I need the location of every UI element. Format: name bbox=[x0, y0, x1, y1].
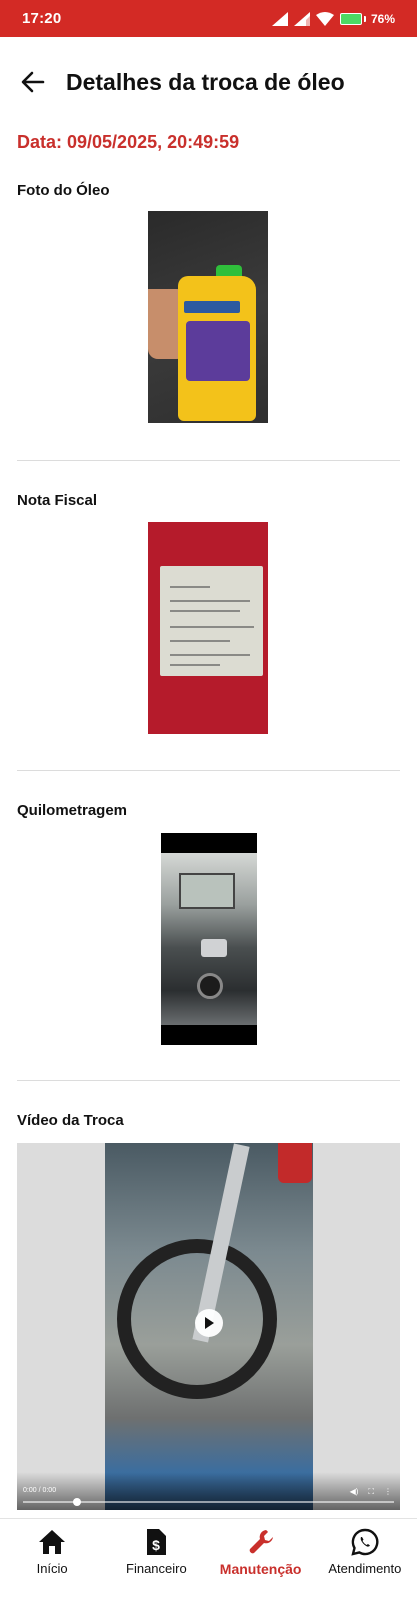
svg-text:$: $ bbox=[152, 1537, 160, 1553]
battery-suffix: % bbox=[384, 11, 395, 26]
section-title-invoice: Nota Fiscal bbox=[17, 492, 98, 509]
bottom-navigation: Início $ Financeiro Manutenção Atendimen… bbox=[0, 1518, 417, 1600]
divider bbox=[17, 1080, 400, 1081]
divider bbox=[17, 460, 400, 461]
wrench-icon bbox=[249, 1530, 273, 1554]
signal-icon bbox=[293, 11, 310, 26]
section-title-video: Vídeo da Troca bbox=[17, 1112, 124, 1129]
section-title-oil-photo: Foto do Óleo bbox=[17, 182, 110, 199]
nav-label: Atendimento bbox=[328, 1561, 402, 1576]
battery-percent: 76 bbox=[370, 11, 385, 26]
status-bar: 17:20 76% bbox=[0, 0, 417, 37]
nav-item-financeiro[interactable]: $ Financeiro bbox=[104, 1519, 208, 1600]
back-button[interactable] bbox=[18, 67, 48, 97]
home-icon bbox=[39, 1530, 66, 1554]
oil-photo[interactable] bbox=[148, 211, 268, 423]
invoice-photo[interactable] bbox=[148, 522, 268, 734]
video-player[interactable]: 0:00 / 0:00 ◀) ⛶ ⋮ bbox=[17, 1143, 400, 1510]
wifi-icon bbox=[315, 11, 334, 26]
video-progress-knob[interactable] bbox=[73, 1498, 81, 1506]
money-document-icon: $ bbox=[147, 1529, 167, 1555]
play-button[interactable] bbox=[195, 1309, 223, 1337]
status-icons: 76% bbox=[271, 11, 395, 26]
nav-item-atendimento[interactable]: Atendimento bbox=[313, 1519, 417, 1600]
battery-indicator: 76% bbox=[339, 11, 395, 26]
nav-label: Financeiro bbox=[126, 1561, 187, 1576]
section-title-mileage: Quilometragem bbox=[17, 802, 128, 819]
more-options-icon[interactable]: ⋮ bbox=[384, 1488, 392, 1496]
volume-icon[interactable]: ◀) bbox=[350, 1488, 359, 1496]
nav-label: Início bbox=[36, 1561, 68, 1576]
video-controls: 0:00 / 0:00 ◀) ⛶ ⋮ bbox=[17, 1472, 400, 1510]
page-title: Detalhes da troca de óleo bbox=[66, 68, 345, 95]
nav-item-inicio[interactable]: Início bbox=[0, 1519, 104, 1600]
change-date: Data: 09/05/2025, 20:49:59 bbox=[17, 132, 240, 152]
arrow-left-icon bbox=[21, 71, 45, 93]
nav-item-manutencao[interactable]: Manutenção bbox=[209, 1519, 313, 1600]
nav-label: Manutenção bbox=[219, 1561, 302, 1577]
signal-icon bbox=[271, 11, 288, 26]
whatsapp-icon bbox=[351, 1528, 379, 1556]
video-time: 0:00 / 0:00 bbox=[23, 1487, 57, 1494]
status-time: 17:20 bbox=[22, 10, 62, 27]
mileage-photo[interactable] bbox=[161, 833, 257, 1045]
divider bbox=[17, 770, 400, 771]
app-bar: Detalhes da troca de óleo bbox=[0, 37, 417, 127]
play-icon bbox=[205, 1317, 214, 1329]
fullscreen-icon[interactable]: ⛶ bbox=[368, 1488, 374, 1496]
battery-icon bbox=[339, 12, 362, 25]
